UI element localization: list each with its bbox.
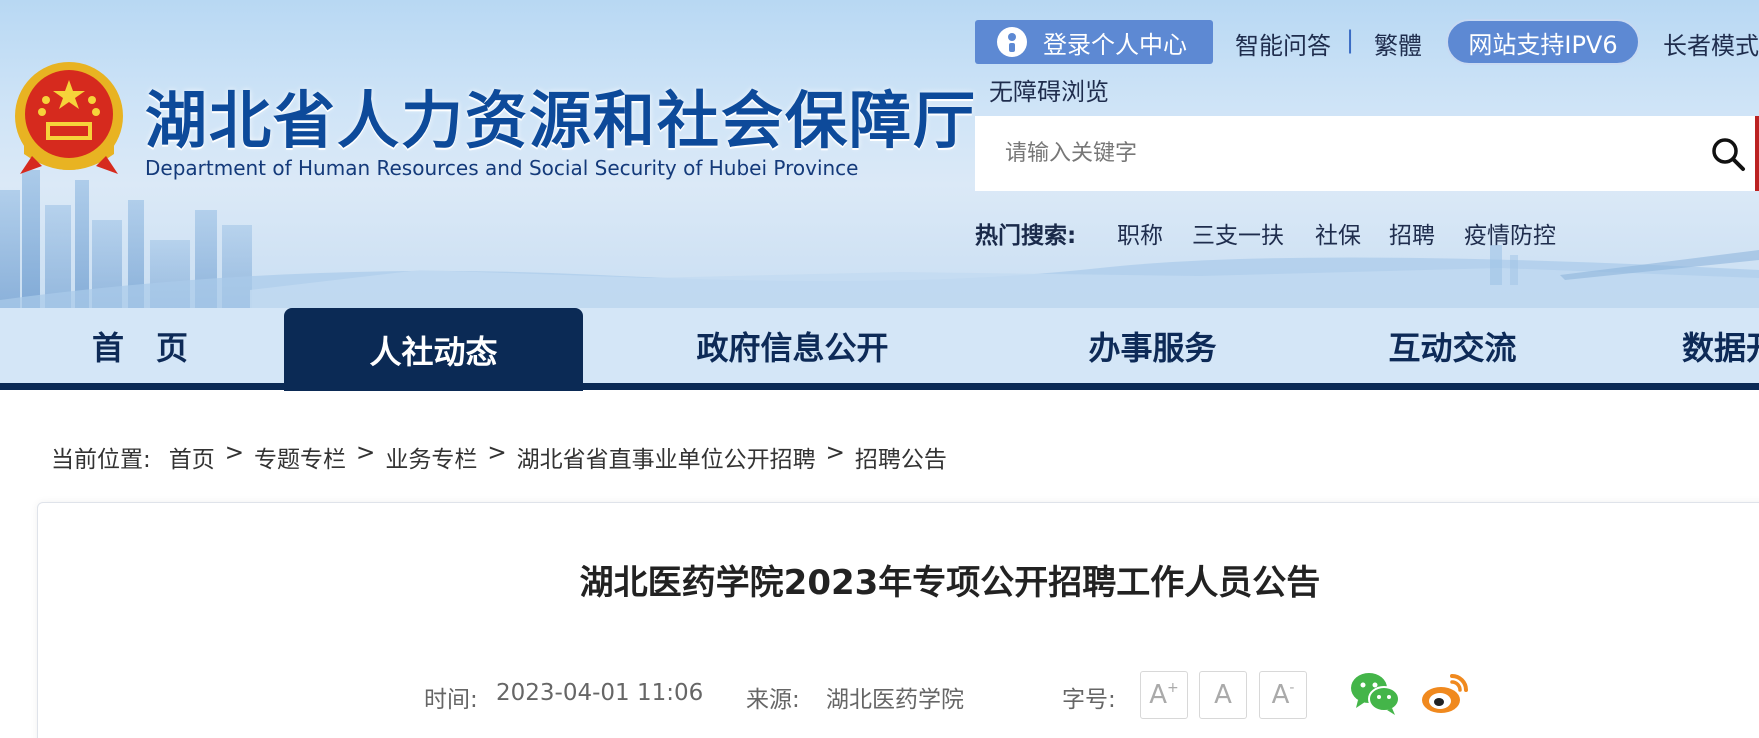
font-decrease-label: A	[1271, 680, 1290, 710]
accessibility-link[interactable]: 无障碍浏览	[989, 72, 1109, 107]
weibo-icon[interactable]	[1420, 670, 1470, 716]
article-title: 湖北医药学院2023年专项公开招聘工作人员公告	[579, 563, 1321, 603]
minus-glyph: -	[1289, 680, 1295, 696]
search-icon[interactable]	[1710, 136, 1746, 172]
nav-item-services[interactable]: 办事服务	[1060, 308, 1245, 383]
hot-search-item[interactable]: 职称	[1117, 216, 1163, 250]
hot-search-item[interactable]: 招聘	[1389, 216, 1435, 250]
hot-search-item[interactable]: 疫情防控	[1464, 216, 1556, 250]
site-title: 湖北省人力资源和社会保障厅	[145, 84, 978, 157]
font-increase-button[interactable]: A +	[1140, 671, 1188, 719]
source-label: 来源:	[746, 687, 800, 713]
breadcrumb-item[interactable]: 专题专栏	[254, 440, 346, 474]
publish-time: 2023-04-01 11:06	[496, 680, 704, 706]
breadcrumb-arrow: >	[356, 440, 376, 466]
site-subtitle: Department of Human Resources and Social…	[145, 156, 859, 180]
source-value: 湖北医药学院	[826, 687, 964, 713]
ai-qa-link[interactable]: 智能问答	[1235, 26, 1331, 61]
wechat-icon[interactable]	[1350, 670, 1400, 716]
font-decrease-button[interactable]: A-	[1259, 671, 1307, 719]
nav-item-interaction[interactable]: 互动交流	[1360, 308, 1545, 383]
nav-item-data[interactable]: 数据开放	[1682, 308, 1759, 383]
search-box	[975, 116, 1759, 191]
search-input[interactable]	[1005, 116, 1665, 191]
hot-search-item[interactable]: 社保	[1315, 216, 1361, 250]
nav-item-news[interactable]: 人社动态	[284, 308, 583, 391]
login-label: 登录个人中心	[1043, 30, 1187, 59]
national-emblem-icon	[15, 62, 123, 174]
traditional-chinese-link[interactable]: 繁體	[1374, 26, 1422, 61]
font-default-button[interactable]: A	[1199, 671, 1247, 719]
breadcrumb-item[interactable]: 业务专栏	[385, 440, 477, 474]
breadcrumb: 当前位置: 首页 > 专题专栏 > 业务专栏 > 湖北省省直事业单位公开招聘 >…	[51, 440, 947, 474]
separator: |	[1346, 26, 1355, 54]
breadcrumb-arrow: >	[487, 440, 507, 466]
font-increase-label: A	[1149, 680, 1168, 710]
user-icon	[997, 27, 1027, 57]
nav-item-home[interactable]: 首 页	[40, 308, 240, 383]
font-size-label: 字号:	[1062, 687, 1116, 713]
hot-search-label: 热门搜索:	[975, 223, 1077, 249]
plus-glyph: +	[1167, 680, 1179, 696]
login-button[interactable]: 登录个人中心	[975, 20, 1213, 64]
main-nav: 首 页 人社动态 政府信息公开 办事服务 互动交流 数据开放	[0, 308, 1759, 391]
breadcrumb-item[interactable]: 首页	[169, 440, 215, 474]
breadcrumb-item[interactable]: 招聘公告	[855, 440, 947, 474]
elder-mode-link[interactable]: 长者模式	[1663, 26, 1759, 61]
nav-item-gov-info[interactable]: 政府信息公开	[660, 308, 925, 383]
breadcrumb-arrow: >	[224, 440, 245, 466]
breadcrumb-item[interactable]: 湖北省省直事业单位公开招聘	[517, 440, 816, 474]
time-label: 时间:	[424, 687, 478, 713]
breadcrumb-label: 当前位置:	[51, 447, 151, 473]
ipv6-badge: 网站支持IPV6	[1446, 19, 1640, 65]
font-default-label: A	[1214, 680, 1232, 710]
breadcrumb-arrow: >	[825, 440, 845, 466]
header-banner: 湖北省人力资源和社会保障厅 Department of Human Resour…	[0, 0, 1759, 308]
hot-search-item[interactable]: 三支一扶	[1192, 216, 1284, 250]
